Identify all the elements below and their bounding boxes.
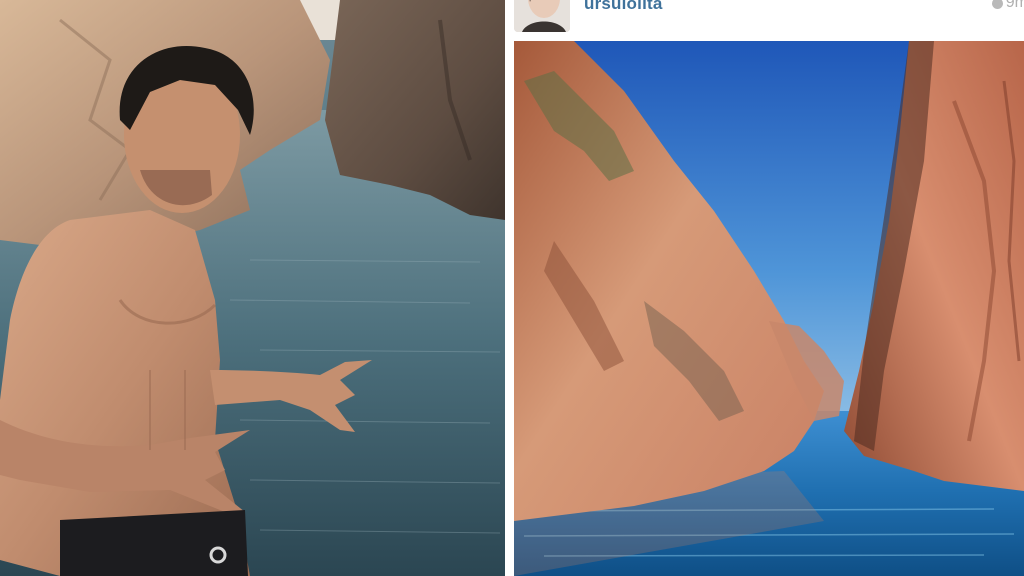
left-photo bbox=[0, 0, 505, 576]
photo-divider bbox=[505, 0, 514, 576]
user-avatar[interactable] bbox=[514, 0, 570, 32]
instagram-post: ursulolita 9m bbox=[514, 0, 1024, 576]
clock-icon bbox=[991, 0, 1003, 9]
cliffs-gorge-illustration bbox=[514, 41, 1024, 576]
post-photo[interactable] bbox=[514, 41, 1024, 576]
man-by-water-illustration bbox=[0, 0, 505, 576]
time-ago-label: 9m bbox=[1005, 0, 1024, 11]
post-username[interactable]: ursulolita bbox=[584, 0, 663, 14]
post-timestamp: 9m bbox=[991, 0, 1024, 12]
avatar-image bbox=[514, 0, 570, 32]
post-header: ursulolita 9m bbox=[514, 0, 1024, 40]
